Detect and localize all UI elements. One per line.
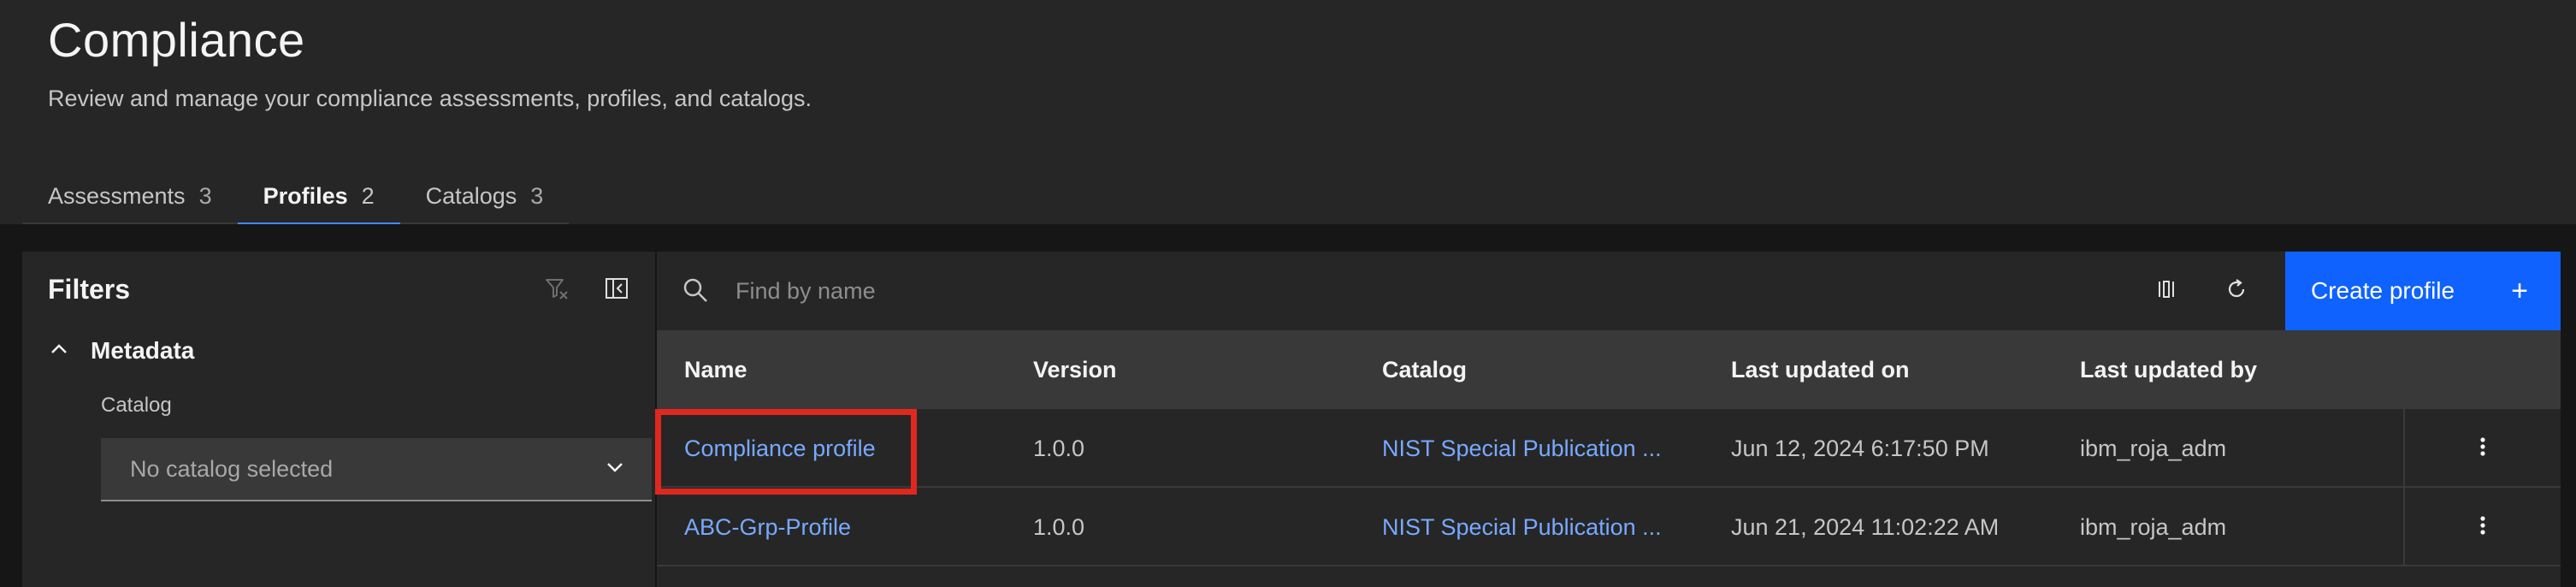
catalog-dropdown-value: No catalog selected xyxy=(130,455,334,482)
chevron-up-icon xyxy=(48,338,70,365)
create-profile-label: Create profile xyxy=(2311,277,2455,304)
page-title: Compliance xyxy=(48,13,305,67)
chevron-down-icon xyxy=(604,456,626,483)
catalog-dropdown[interactable]: No catalog selected xyxy=(101,438,652,501)
refresh-button[interactable] xyxy=(2215,270,2258,312)
column-settings-icon xyxy=(2154,277,2178,305)
table-toolbar: Create profile + xyxy=(657,252,2561,330)
tab-label: Assessments xyxy=(48,182,186,209)
collapse-panel-icon xyxy=(604,276,629,305)
overflow-menu-icon xyxy=(2479,514,2487,541)
metadata-accordion-header[interactable]: Metadata xyxy=(48,337,194,365)
tab-count: 3 xyxy=(530,182,544,209)
table-row: ABC-Grp-Profile 1.0.0 NIST Special Publi… xyxy=(657,488,2561,566)
page-subtitle: Review and manage your compliance assess… xyxy=(48,86,812,111)
table-row: Compliance profile 1.0.0 NIST Special Pu… xyxy=(657,409,2561,488)
metadata-label: Metadata xyxy=(91,337,195,364)
profiles-table: Create profile + Name Version Catalog La… xyxy=(657,252,2561,587)
column-header-version[interactable]: Version xyxy=(1033,330,1117,409)
filter-reset-icon xyxy=(544,276,570,305)
collapse-panel-button[interactable] xyxy=(595,269,638,311)
profile-catalog-link[interactable]: NIST Special Publication ... xyxy=(1382,409,1662,488)
tab-catalogs[interactable]: Catalogs 3 xyxy=(400,168,570,224)
filters-panel: Filters Metadata Catalog No catalog sele… xyxy=(22,252,655,587)
tab-list: Assessments 3 Profiles 2 Catalogs 3 xyxy=(22,168,570,226)
profile-updated-on: Jun 12, 2024 6:17:50 PM xyxy=(1731,435,1989,461)
tab-profiles[interactable]: Profiles 2 xyxy=(237,168,400,226)
overflow-menu-icon xyxy=(2479,436,2487,462)
filters-title: Filters xyxy=(48,274,131,305)
row-overflow-menu-button[interactable] xyxy=(2403,409,2561,488)
search-input[interactable] xyxy=(736,269,1847,313)
tab-count: 2 xyxy=(361,182,375,209)
tab-label: Catalogs xyxy=(425,182,517,209)
column-header-name[interactable]: Name xyxy=(684,330,747,409)
tab-label: Profiles xyxy=(263,182,348,209)
profile-name-link[interactable]: ABC-Grp-Profile xyxy=(684,488,851,566)
profile-updated-on: Jun 21, 2024 11:02:22 AM xyxy=(1731,513,2000,540)
add-icon: + xyxy=(2511,274,2528,307)
tab-assessments[interactable]: Assessments 3 xyxy=(22,168,238,224)
profile-version: 1.0.0 xyxy=(1033,435,1085,461)
profile-name-link[interactable]: Compliance profile xyxy=(684,409,876,488)
profile-updated-by: ibm_roja_adm xyxy=(2080,435,2227,461)
table-header: Name Version Catalog Last updated on Las… xyxy=(657,330,2561,409)
column-header-last-updated-by[interactable]: Last updated by xyxy=(2080,330,2257,409)
column-header-catalog[interactable]: Catalog xyxy=(1382,330,1467,409)
column-settings-button[interactable] xyxy=(2145,270,2188,312)
refresh-icon xyxy=(2224,277,2248,305)
profile-updated-by: ibm_roja_adm xyxy=(2080,513,2227,540)
profile-version: 1.0.0 xyxy=(1033,513,1085,540)
profile-catalog-link[interactable]: NIST Special Publication ... xyxy=(1382,488,1662,566)
row-overflow-menu-button[interactable] xyxy=(2403,488,2561,566)
filter-reset-button[interactable] xyxy=(535,269,578,311)
column-header-last-updated-on[interactable]: Last updated on xyxy=(1731,330,1910,409)
search-icon xyxy=(681,276,710,309)
catalog-label: Catalog xyxy=(101,394,172,417)
tab-count: 3 xyxy=(198,182,212,209)
create-profile-button[interactable]: Create profile + xyxy=(2285,252,2561,330)
